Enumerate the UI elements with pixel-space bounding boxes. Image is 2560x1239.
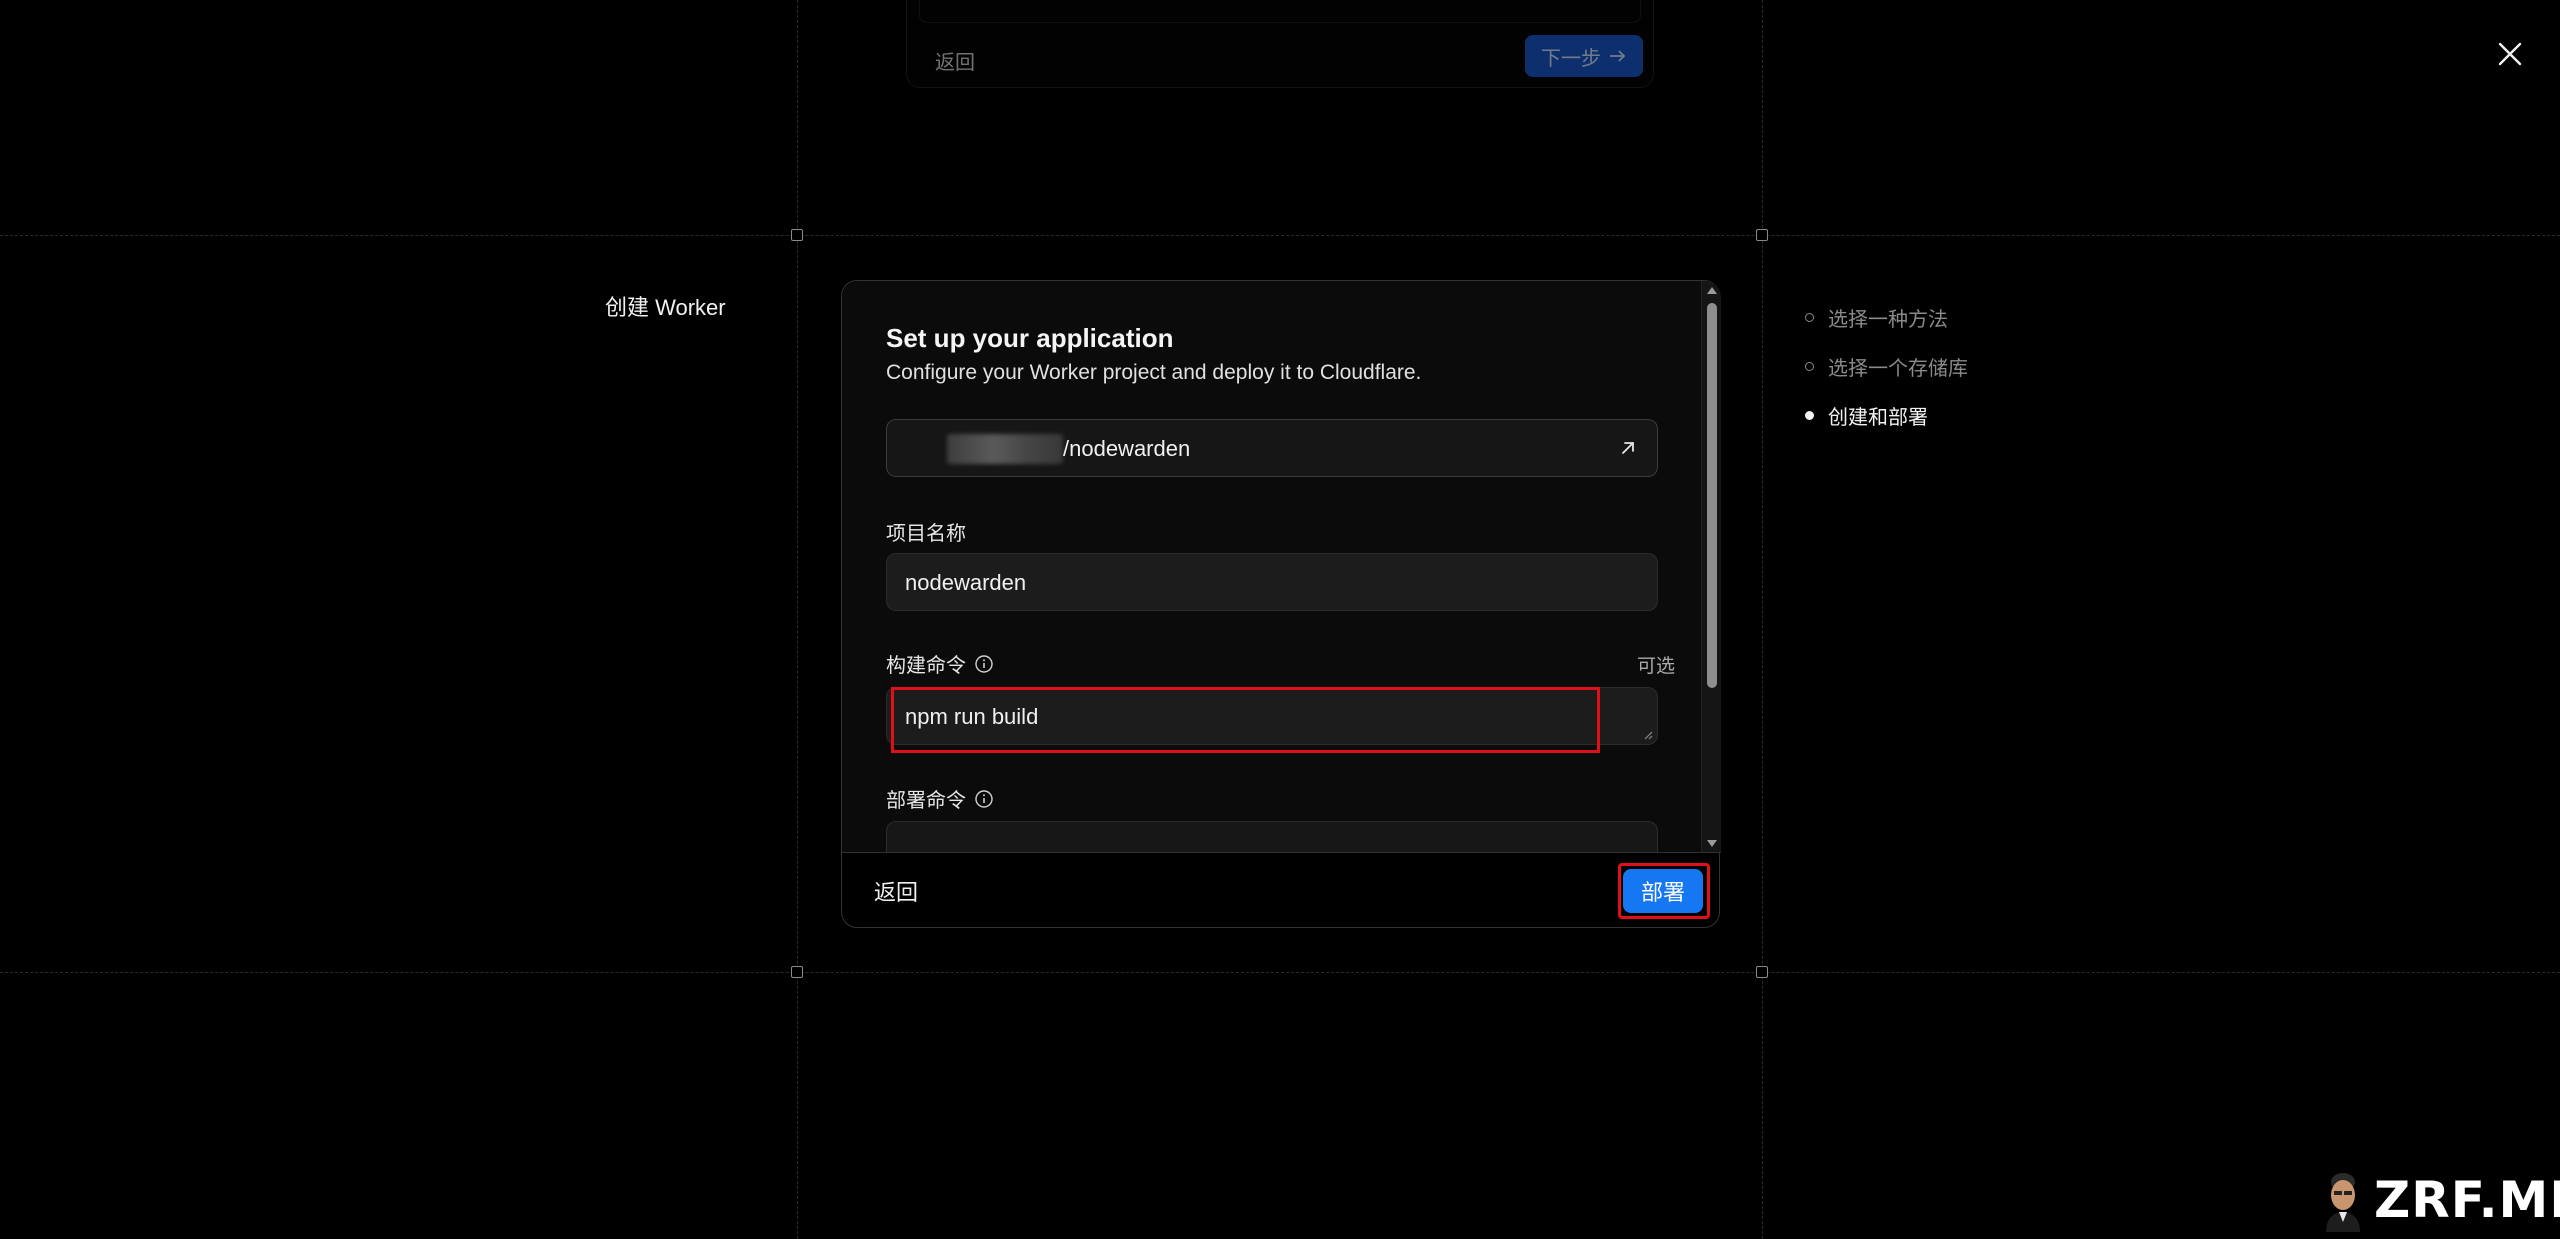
highlight-box <box>891 687 1600 753</box>
info-icon[interactable] <box>974 654 994 674</box>
build-command-label-text: 构建命令 <box>886 655 966 677</box>
previous-step-card: 返回 下一步 <box>906 0 1654 88</box>
info-icon[interactable] <box>974 789 994 809</box>
redacted-owner <box>947 434 1063 464</box>
project-name-input[interactable]: nodewarden <box>886 553 1658 611</box>
previous-next-label: 下一步 <box>1541 47 1601 70</box>
corner-handle <box>1756 966 1768 978</box>
arrow-right-icon <box>1610 50 1626 62</box>
back-button[interactable]: 返回 <box>874 875 918 907</box>
project-name-label: 项目名称 <box>886 517 966 546</box>
form-heading: Set up your application <box>886 323 1174 353</box>
previous-step-field <box>919 0 1641 23</box>
scrollbar[interactable] <box>1701 281 1721 852</box>
build-command-label: 构建命令 <box>886 649 994 678</box>
guide-line <box>0 972 2560 973</box>
repository-field[interactable]: /nodewarden <box>886 419 1658 477</box>
previous-next-button[interactable]: 下一步 <box>1525 35 1643 77</box>
setup-card: Set up your application Configure your W… <box>841 280 1721 928</box>
step-list: 选择一种方法 选择一个存储库 创建和部署 <box>1805 293 1968 440</box>
step-label: 选择一种方法 <box>1828 309 1948 331</box>
deploy-command-label-text: 部署命令 <box>886 790 966 812</box>
avatar <box>2326 1173 2360 1232</box>
form-subheading: Configure your Worker project and deploy… <box>886 361 1422 384</box>
step-label: 创建和部署 <box>1828 407 1928 429</box>
guide-line <box>0 235 2560 236</box>
scroll-down-icon[interactable] <box>1707 840 1717 847</box>
resize-grip-icon[interactable] <box>1643 730 1653 740</box>
guide-line <box>797 0 798 1239</box>
guide-line <box>1762 0 1763 1239</box>
step-dot-icon <box>1805 411 1814 420</box>
step-dot-icon <box>1805 362 1814 371</box>
corner-handle <box>1756 229 1768 241</box>
repository-name: /nodewarden <box>1063 436 1191 461</box>
scroll-up-icon[interactable] <box>1707 287 1717 294</box>
watermark-text: ZRF.ME <box>2374 1171 2560 1229</box>
corner-handle <box>791 229 803 241</box>
scroll-thumb[interactable] <box>1707 303 1717 688</box>
corner-handle <box>791 966 803 978</box>
deploy-command-label: 部署命令 <box>886 784 994 813</box>
external-link-icon[interactable] <box>1617 437 1639 459</box>
step-item: 选择一个存储库 <box>1805 342 1968 391</box>
page-title: 创建 Worker <box>605 295 726 320</box>
deploy-command-input[interactable] <box>886 821 1658 852</box>
setup-form: Set up your application Configure your W… <box>842 281 1721 853</box>
step-item-active: 创建和部署 <box>1805 391 1968 440</box>
project-name-label-text: 项目名称 <box>886 523 966 545</box>
step-item: 选择一种方法 <box>1805 293 1968 342</box>
close-icon[interactable] <box>2490 34 2530 74</box>
step-label: 选择一个存储库 <box>1828 358 1968 380</box>
step-dot-icon <box>1805 313 1814 322</box>
highlight-box <box>1618 863 1710 919</box>
optional-tag: 可选 <box>1636 656 1675 677</box>
watermark: ZRF.ME <box>2322 1168 2560 1232</box>
previous-back-button[interactable]: 返回 <box>935 46 975 75</box>
